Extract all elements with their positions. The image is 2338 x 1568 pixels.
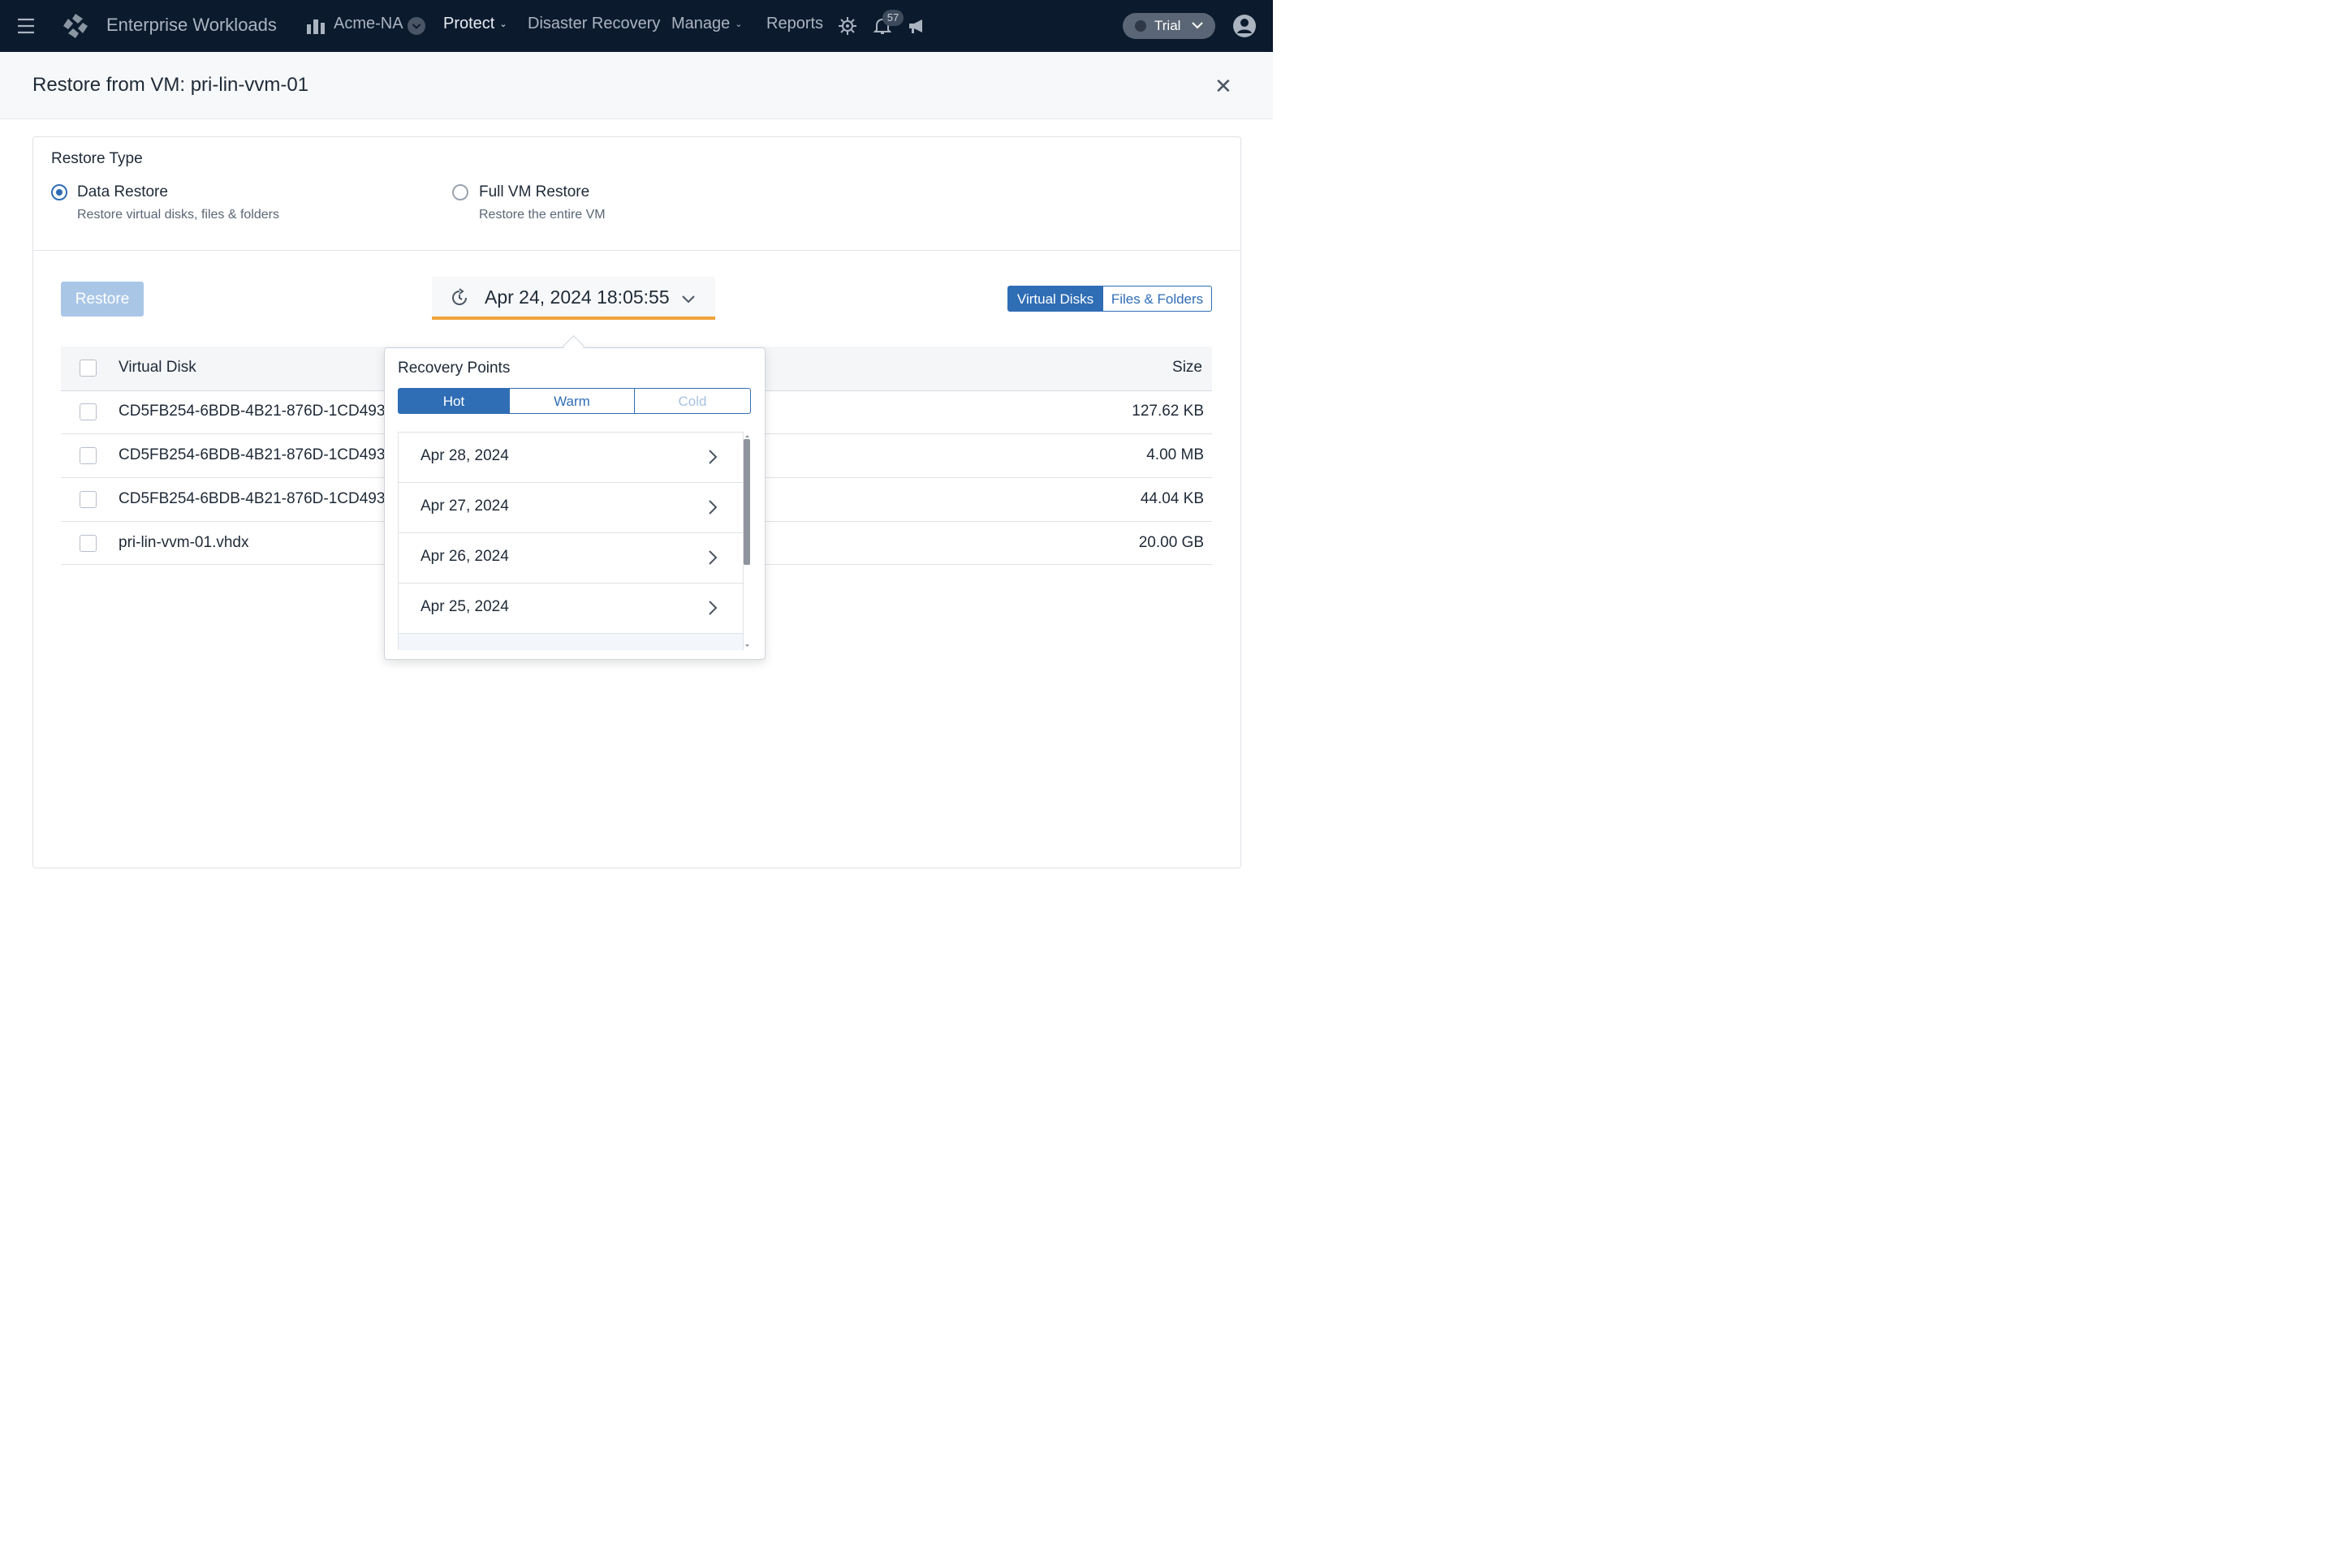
- nav-disaster-recovery[interactable]: Disaster Recovery: [528, 15, 660, 33]
- table-row-name: CD5FB254-6BDB-4B21-876D-1CD4931: [119, 446, 395, 463]
- history-icon: [450, 288, 469, 312]
- recovery-point-item[interactable]: Apr 27, 2024: [399, 483, 743, 533]
- tab-virtual-disks[interactable]: Virtual Disks: [1007, 286, 1103, 312]
- recovery-point-list[interactable]: Apr 28, 2024 Apr 27, 2024 Apr 26, 2024 A…: [398, 432, 744, 650]
- row-checkbox[interactable]: [80, 491, 97, 508]
- select-all-checkbox[interactable]: [80, 360, 97, 377]
- row-checkbox[interactable]: [80, 535, 97, 552]
- chevron-down-icon: [1191, 19, 1204, 36]
- scrollbar-thumb[interactable]: [744, 439, 750, 565]
- data-restore-label[interactable]: Data Restore: [77, 183, 168, 201]
- recovery-point-item[interactable]: Apr 28, 2024: [399, 433, 743, 483]
- table-row-size: 4.00 MB: [1146, 446, 1204, 463]
- dialog-title: Restore from VM: pri-lin-vvm-01: [32, 74, 309, 96]
- table-row-size: 44.04 KB: [1140, 490, 1204, 507]
- row-checkbox[interactable]: [80, 403, 97, 420]
- row-checkbox[interactable]: [80, 447, 97, 464]
- recovery-points-heading: Recovery Points: [398, 360, 511, 377]
- full-vm-restore-radio[interactable]: [452, 184, 468, 200]
- tab-files-folders[interactable]: Files & Folders: [1102, 286, 1212, 312]
- table-row-name: CD5FB254-6BDB-4B21-876D-1CD4931: [119, 490, 395, 507]
- column-header-virtual-disk[interactable]: Virtual Disk: [119, 359, 196, 377]
- selected-recovery-point: Apr 24, 2024 18:05:55: [485, 286, 670, 308]
- table-row-size: 127.62 KB: [1132, 403, 1204, 420]
- building-icon: [307, 18, 325, 34]
- nav-protect[interactable]: Protect ⌄: [443, 15, 507, 33]
- chevron-right-icon: [706, 549, 719, 570]
- user-icon[interactable]: [1233, 15, 1256, 37]
- recovery-point-date: Apr 28, 2024: [421, 447, 509, 464]
- data-restore-radio[interactable]: [51, 184, 67, 200]
- section-divider: [33, 250, 1240, 251]
- status-dot-icon: [1135, 20, 1146, 32]
- app-title[interactable]: Enterprise Workloads: [106, 15, 277, 36]
- table-row-name: pri-lin-vvm-01.vhdx: [119, 534, 249, 551]
- menu-icon[interactable]: [16, 16, 36, 36]
- chevron-right-icon: [706, 449, 719, 469]
- column-header-size[interactable]: Size: [1121, 359, 1202, 377]
- trial-dropdown[interactable]: Trial: [1123, 13, 1215, 39]
- chevron-right-icon: [706, 600, 719, 620]
- tier-tab-warm[interactable]: Warm: [509, 388, 635, 414]
- megaphone-icon[interactable]: [908, 18, 925, 34]
- recovery-point-date: Apr 27, 2024: [421, 498, 509, 515]
- org-selector[interactable]: Acme-NA: [334, 15, 403, 33]
- recovery-point-item[interactable]: Apr 25, 2024: [399, 584, 743, 634]
- restore-type-heading: Restore Type: [51, 150, 143, 167]
- recovery-point-date: Apr 26, 2024: [421, 548, 509, 565]
- gear-icon[interactable]: [839, 17, 856, 35]
- logo-icon[interactable]: [62, 12, 89, 40]
- recovery-point-item[interactable]: Apr 26, 2024: [399, 533, 743, 584]
- trial-label: Trial: [1154, 18, 1181, 33]
- chevron-down-icon: ⌄: [735, 19, 743, 29]
- recovery-point-date: Apr 25, 2024: [421, 598, 509, 615]
- chevron-down-icon: [680, 291, 697, 311]
- nav-protect-label: Protect: [443, 15, 495, 32]
- nav-manage[interactable]: Manage ⌄: [671, 15, 743, 33]
- full-vm-restore-description: Restore the entire VM: [479, 208, 606, 222]
- chevron-down-icon: ⌄: [499, 19, 507, 29]
- restore-button[interactable]: Restore: [61, 282, 144, 317]
- data-restore-description: Restore virtual disks, files & folders: [77, 208, 279, 222]
- nav-manage-label: Manage: [671, 15, 731, 32]
- nav-reports[interactable]: Reports: [766, 15, 823, 33]
- full-vm-restore-label[interactable]: Full VM Restore: [479, 183, 589, 201]
- tier-tab-hot[interactable]: Hot: [398, 388, 510, 414]
- recovery-point-item[interactable]: [399, 634, 743, 650]
- org-chevron-down-icon[interactable]: [408, 17, 425, 35]
- tier-tab-cold[interactable]: Cold: [634, 388, 751, 414]
- close-icon[interactable]: ✕: [1214, 75, 1232, 97]
- table-row-name: CD5FB254-6BDB-4B21-876D-1CD4931: [119, 403, 395, 420]
- chevron-right-icon: [706, 499, 719, 519]
- notification-count-badge: 57: [882, 10, 904, 26]
- table-row-size: 20.00 GB: [1138, 534, 1204, 551]
- recovery-point-selector[interactable]: Apr 24, 2024 18:05:55: [432, 277, 715, 320]
